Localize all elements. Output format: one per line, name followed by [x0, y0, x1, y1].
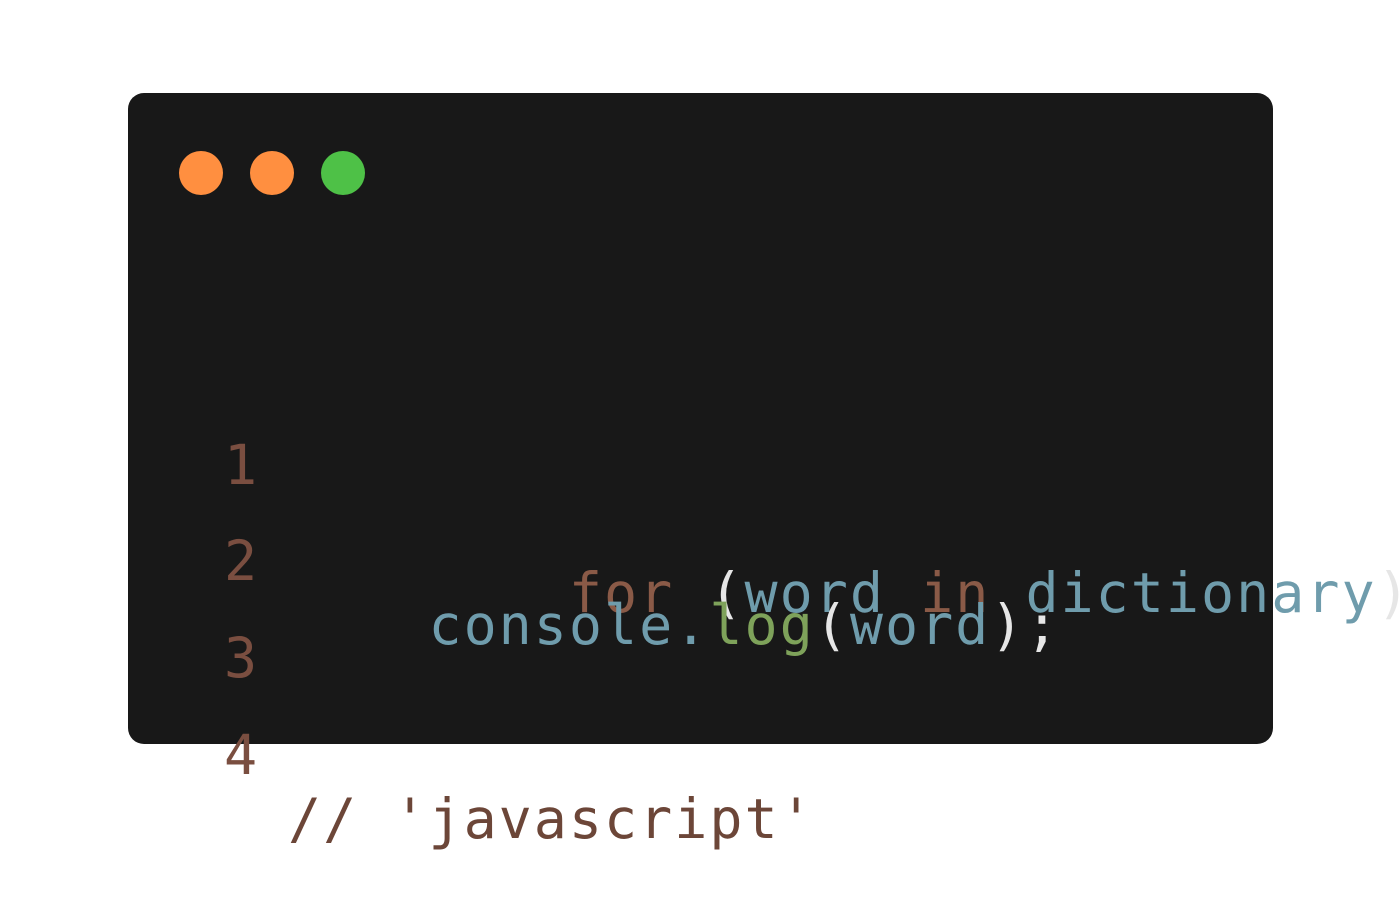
paren-open-token: ( [814, 593, 850, 657]
dot-token: . [674, 593, 710, 657]
code-line: 2 console.log(word); [128, 465, 1059, 657]
close-dot[interactable] [179, 151, 223, 195]
paren-close-token: ) [990, 593, 1026, 657]
code-line: 1 for (word in dictionary) [128, 369, 1400, 625]
variable-token: dictionary [1025, 561, 1377, 625]
code-window: 1 for (word in dictionary) 2 console.log… [128, 93, 1400, 851]
code-line: 4 // 'javascript' [128, 659, 813, 851]
variable-token: console [428, 593, 675, 657]
paren-close-token: ) [1377, 561, 1400, 625]
semicolon-token: ; [1025, 593, 1061, 657]
maximize-dot[interactable] [321, 151, 365, 195]
line-content: console.log(word); [288, 593, 1061, 657]
minimize-dot[interactable] [250, 151, 294, 195]
variable-token: word [849, 593, 991, 657]
line-number: 4 [224, 723, 260, 787]
function-token: log [709, 593, 815, 657]
comment-token: // 'javascript' [288, 787, 815, 851]
line-content: // 'javascript' [288, 787, 815, 851]
code-line: 3 [128, 562, 339, 690]
